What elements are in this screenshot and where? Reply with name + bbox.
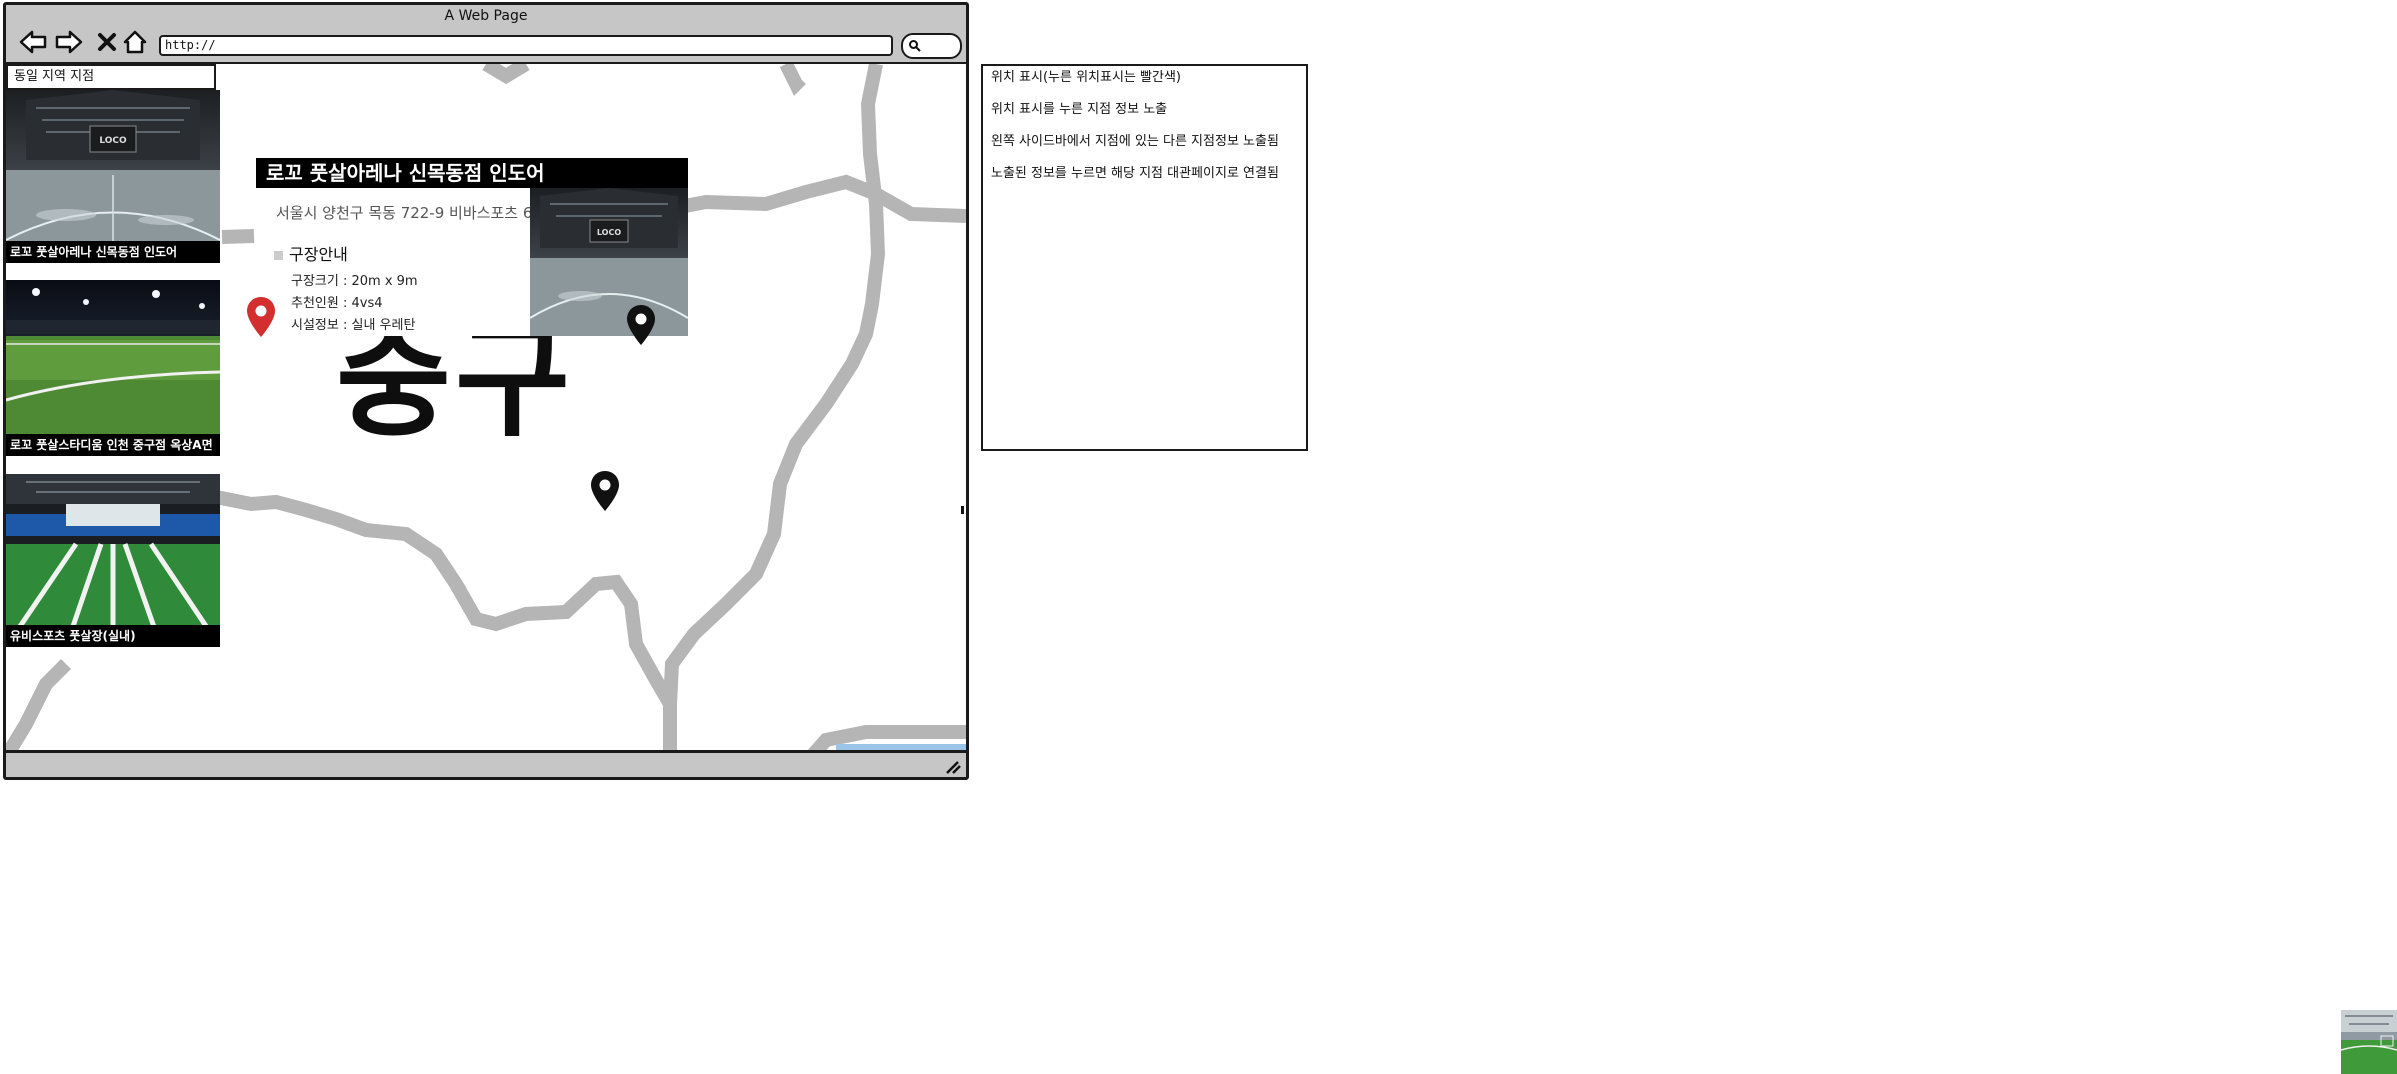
- resize-grip-icon[interactable]: [944, 759, 962, 775]
- url-input[interactable]: http://: [159, 35, 893, 56]
- popup-size: 구장크기 : 20m x 9m: [291, 274, 418, 289]
- branch-sidebar: 동일 지역 지점 LOCO 로꼬 풋살아레나 신목동점 인도어 로꼬 풋살스타디…: [6, 64, 220, 655]
- map-marker-fragment: [961, 506, 964, 514]
- browser-window: A Web Page http:// 중구 동일 지역 지점 LOCO 로꼬 풋…: [3, 2, 969, 780]
- location-pin-icon[interactable]: [626, 304, 656, 346]
- popup-address: 서울시 양천구 목동 722-9 비바스포츠 6층: [276, 204, 547, 222]
- svg-text:LOCO: LOCO: [597, 228, 621, 237]
- section-title-text: 구장안내: [289, 245, 348, 264]
- window-title: A Web Page: [444, 8, 528, 24]
- branch-card-label: 로꼬 풋살스타디움 인천 중구점 옥상A면: [6, 434, 220, 456]
- page-viewport: 중구 동일 지역 지점 LOCO 로꼬 풋살아레나 신목동점 인도어 로꼬 풋살…: [6, 62, 966, 757]
- browser-search-box[interactable]: [901, 33, 962, 59]
- location-pin-icon[interactable]: [590, 470, 620, 512]
- browser-statusbar: [6, 750, 966, 777]
- branch-info-popup[interactable]: 로꼬 풋살아레나 신목동점 인도어 서울시 양천구 목동 722-9 비바스포츠…: [256, 158, 688, 336]
- branch-card[interactable]: 로꼬 풋살스타디움 인천 중구점 옥상A면: [6, 280, 220, 456]
- back-arrow-icon[interactable]: [18, 27, 48, 57]
- popup-players: 추천인원 : 4vs4: [291, 296, 383, 311]
- bullet-icon: [274, 251, 283, 260]
- branch-card-label: 유비스포츠 풋살장(실내): [6, 625, 220, 647]
- popup-title: 로꼬 풋살아레나 신목동점 인도어: [256, 158, 688, 188]
- annotation-note: 위치 표시(누른 위치표시는 빨간색) 위치 표시를 누른 지점 정보 노출 왼…: [981, 64, 1308, 451]
- browser-toolbar: http://: [6, 27, 966, 60]
- indoor-turf-photo: [6, 474, 220, 647]
- forward-arrow-icon[interactable]: [54, 27, 84, 57]
- annotation-line: 왼쪽 사이드바에서 지점에 있는 다른 지점정보 노출됨: [991, 134, 1279, 149]
- annotation-line: 위치 표시를 누른 지점 정보 노출: [991, 102, 1168, 117]
- indoor-arena-photo: LOCO: [530, 188, 688, 336]
- pitch-thumbnail-image: [2341, 1010, 2397, 1074]
- selected-location-pin-icon[interactable]: [246, 296, 276, 338]
- rooftop-pitch-photo: [6, 280, 220, 456]
- close-icon[interactable]: [92, 27, 122, 57]
- svg-text:LOCO: LOCO: [99, 136, 127, 146]
- sidebar-title: 동일 지역 지점: [6, 64, 216, 90]
- district-label: 중구: [336, 309, 574, 454]
- annotation-line: 위치 표시(누른 위치표시는 빨간색): [991, 70, 1181, 85]
- search-icon: [909, 40, 921, 52]
- home-icon[interactable]: [120, 27, 150, 57]
- annotation-line: 노출된 정보를 누르면 해당 지점 대관페이지로 연결됨: [991, 166, 1279, 181]
- popup-facility: 시설정보 : 실내 우레탄: [291, 318, 416, 333]
- branch-card[interactable]: 유비스포츠 풋살장(실내): [6, 474, 220, 647]
- branch-card-label: 로꼬 풋살아레나 신목동점 인도어: [6, 241, 220, 263]
- branch-card[interactable]: LOCO 로꼬 풋살아레나 신목동점 인도어: [6, 90, 220, 263]
- indoor-arena-photo: LOCO: [6, 90, 220, 263]
- popup-section-title: 구장안내: [274, 241, 348, 265]
